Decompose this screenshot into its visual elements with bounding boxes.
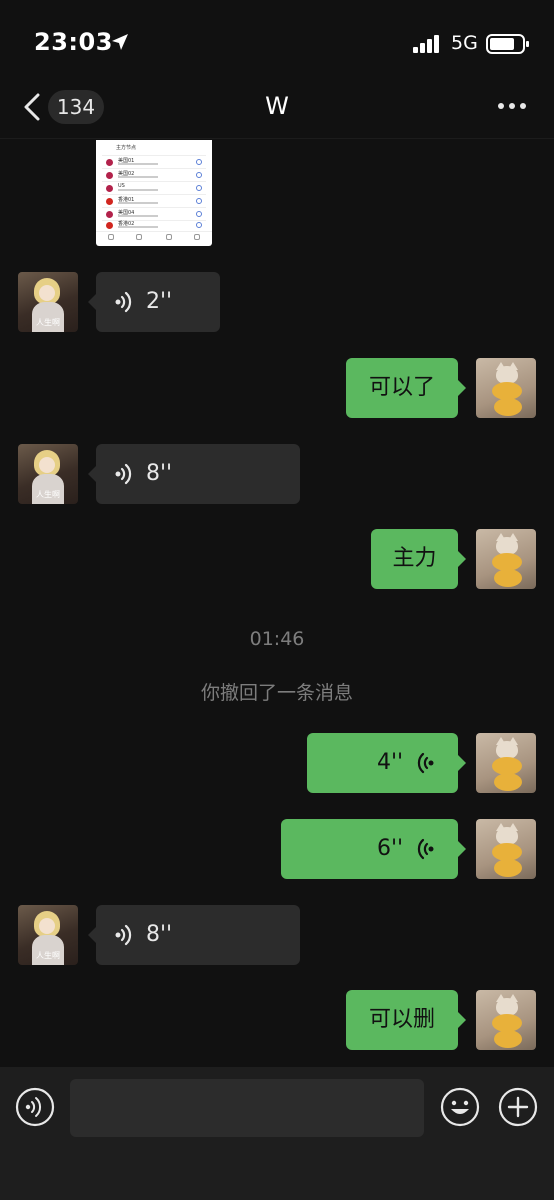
image-message-thumbnail[interactable]: 主方节点 美国01 美国02 US 香港01 美国04 香港02 <box>96 140 212 246</box>
thumb-row: 香港01 <box>102 196 206 208</box>
voice-wave-icon <box>115 924 132 946</box>
flag-icon <box>106 185 113 192</box>
voice-duration: 2'' <box>146 289 173 314</box>
info-icon <box>196 211 202 217</box>
recall-notice: 你撤回了一条消息 <box>200 682 353 704</box>
voice-duration: 6'' <box>377 836 404 861</box>
text-message-bubble[interactable]: 主力 <box>371 529 466 589</box>
my-avatar[interactable] <box>476 529 536 589</box>
nav-divider <box>0 138 554 139</box>
voice-wave-icon <box>417 838 434 860</box>
voice-message-bubble[interactable]: 8'' <box>88 444 300 504</box>
voice-duration: 4'' <box>377 750 404 775</box>
voice-message-bubble[interactable]: 2'' <box>88 272 220 332</box>
message-text: 可以了 <box>368 375 435 400</box>
info-icon <box>196 185 202 191</box>
info-icon <box>196 159 202 165</box>
thumb-header-label: 主方节点 <box>116 145 137 151</box>
timestamp-divider: 01:46 <box>249 628 305 650</box>
thumb-header: 主方节点 <box>102 144 206 156</box>
info-icon <box>196 222 202 228</box>
flag-icon <box>106 159 113 166</box>
voice-duration: 8'' <box>146 922 173 947</box>
more-icon[interactable] <box>496 98 528 114</box>
status-time: 23:03 <box>34 28 113 56</box>
contact-avatar[interactable]: 人生啊 <box>18 905 78 965</box>
voice-wave-icon <box>115 291 132 313</box>
network-label: 5G <box>451 32 478 54</box>
voice-message-bubble[interactable]: 4'' <box>307 733 466 793</box>
voice-message-bubble[interactable]: 6'' <box>281 819 466 879</box>
message-text: 可以删 <box>368 1007 435 1032</box>
message-text: 主力 <box>392 546 437 571</box>
my-avatar[interactable] <box>476 358 536 418</box>
voice-wave-icon <box>417 752 434 774</box>
avatar-caption: 人生啊 <box>36 951 60 960</box>
flag-icon <box>106 198 113 205</box>
thumb-tab-bar <box>96 231 212 246</box>
battery-icon <box>486 34 529 54</box>
flag-icon <box>106 222 113 229</box>
flag-icon <box>106 211 113 218</box>
contact-avatar[interactable]: 人生啊 <box>18 444 78 504</box>
thumb-row: 美国02 <box>102 170 206 182</box>
info-icon <box>196 198 202 204</box>
emoji-icon[interactable] <box>440 1087 480 1127</box>
thumb-row: 美国01 <box>102 157 206 169</box>
message-input[interactable] <box>70 1079 424 1137</box>
avatar-caption: 人生啊 <box>36 318 60 327</box>
chat-title: W <box>265 92 289 120</box>
my-avatar[interactable] <box>476 990 536 1050</box>
voice-input-button[interactable] <box>15 1087 55 1127</box>
info-icon <box>196 172 202 178</box>
signal-icon <box>413 35 439 53</box>
voice-duration: 8'' <box>146 461 173 486</box>
contact-avatar[interactable]: 人生啊 <box>18 272 78 332</box>
my-avatar[interactable] <box>476 819 536 879</box>
text-message-bubble[interactable]: 可以删 <box>346 990 466 1050</box>
flag-icon <box>106 172 113 179</box>
voice-wave-icon <box>115 463 132 485</box>
voice-message-bubble[interactable]: 8'' <box>88 905 300 965</box>
location-arrow-icon <box>112 34 128 50</box>
plus-icon[interactable] <box>498 1087 538 1127</box>
thumb-row: US <box>102 183 206 195</box>
text-message-bubble[interactable]: 可以了 <box>346 358 466 418</box>
my-avatar[interactable] <box>476 733 536 793</box>
avatar-caption: 人生啊 <box>36 490 60 499</box>
